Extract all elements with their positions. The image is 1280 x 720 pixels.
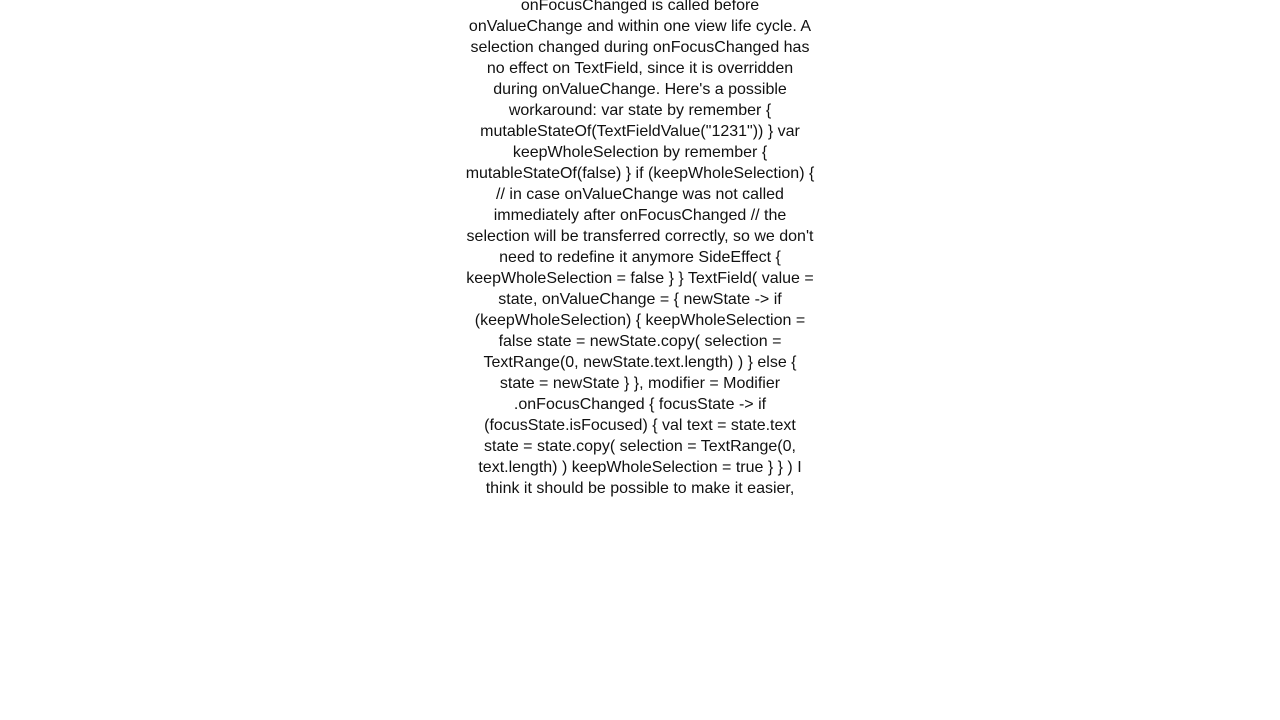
body-text: onFocusChanged is called before onValueC… xyxy=(466,0,815,497)
document-body: onFocusChanged is called before onValueC… xyxy=(465,0,815,499)
